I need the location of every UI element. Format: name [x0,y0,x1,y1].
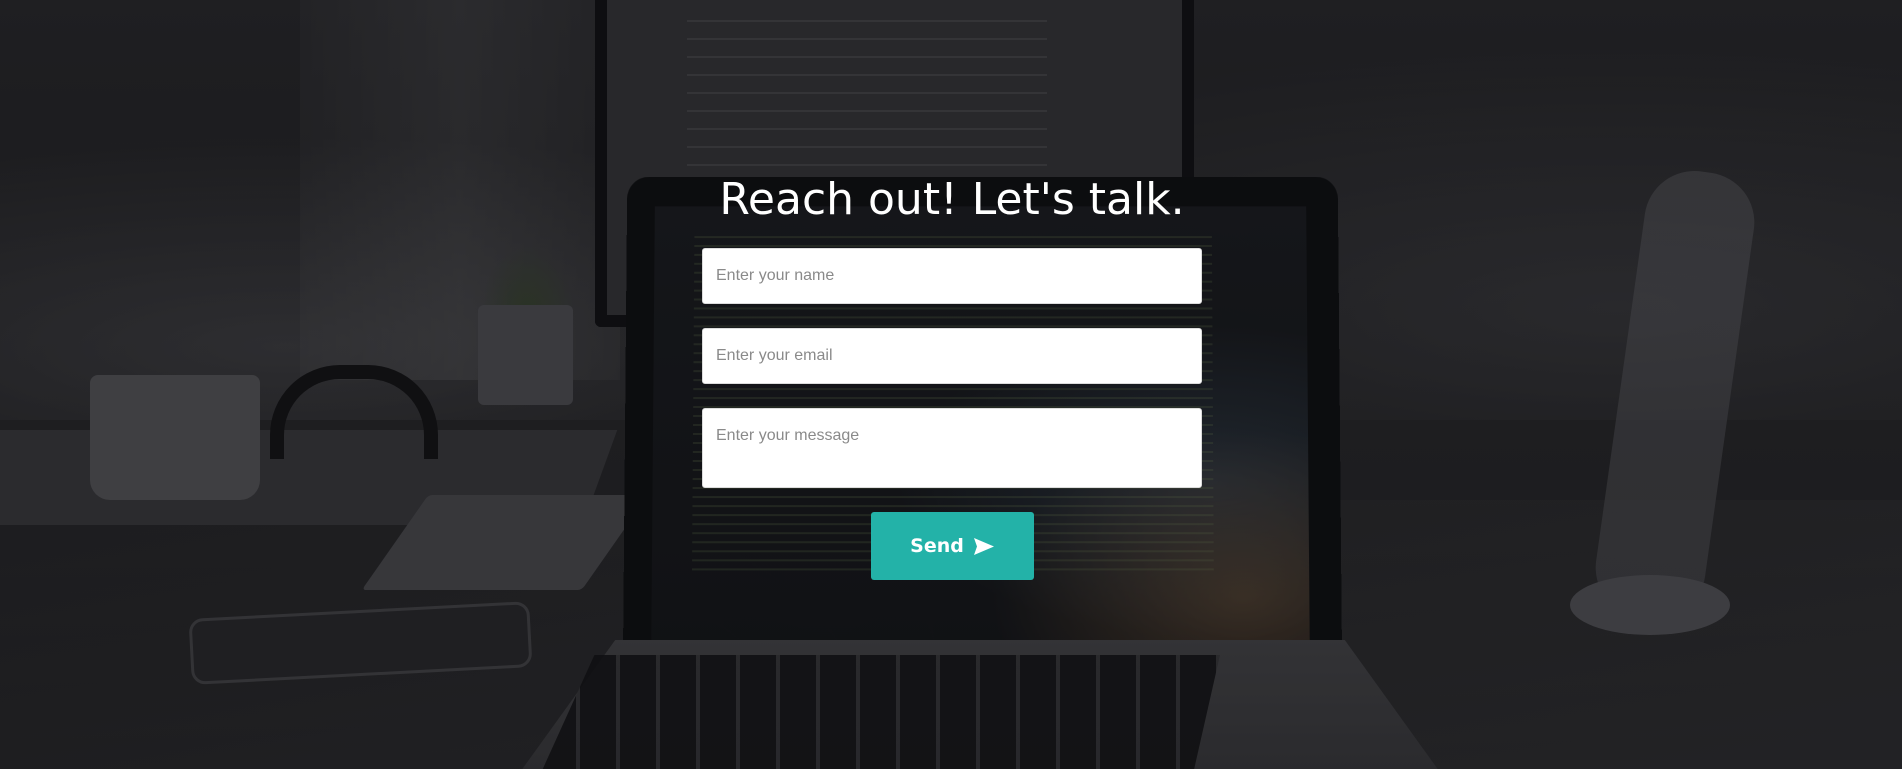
send-arrow-icon [974,538,994,555]
contact-title: Reach out! Let's talk. [702,168,1202,232]
email-input[interactable] [702,328,1202,384]
send-button[interactable]: Send [871,512,1034,580]
send-button-container: Send [702,512,1202,580]
name-input[interactable] [702,248,1202,304]
send-button-label: Send [910,535,964,557]
contact-form: Reach out! Let's talk. Send [702,168,1202,580]
message-textarea[interactable] [702,408,1202,488]
page-background: Reach out! Let's talk. Send [0,0,1902,769]
